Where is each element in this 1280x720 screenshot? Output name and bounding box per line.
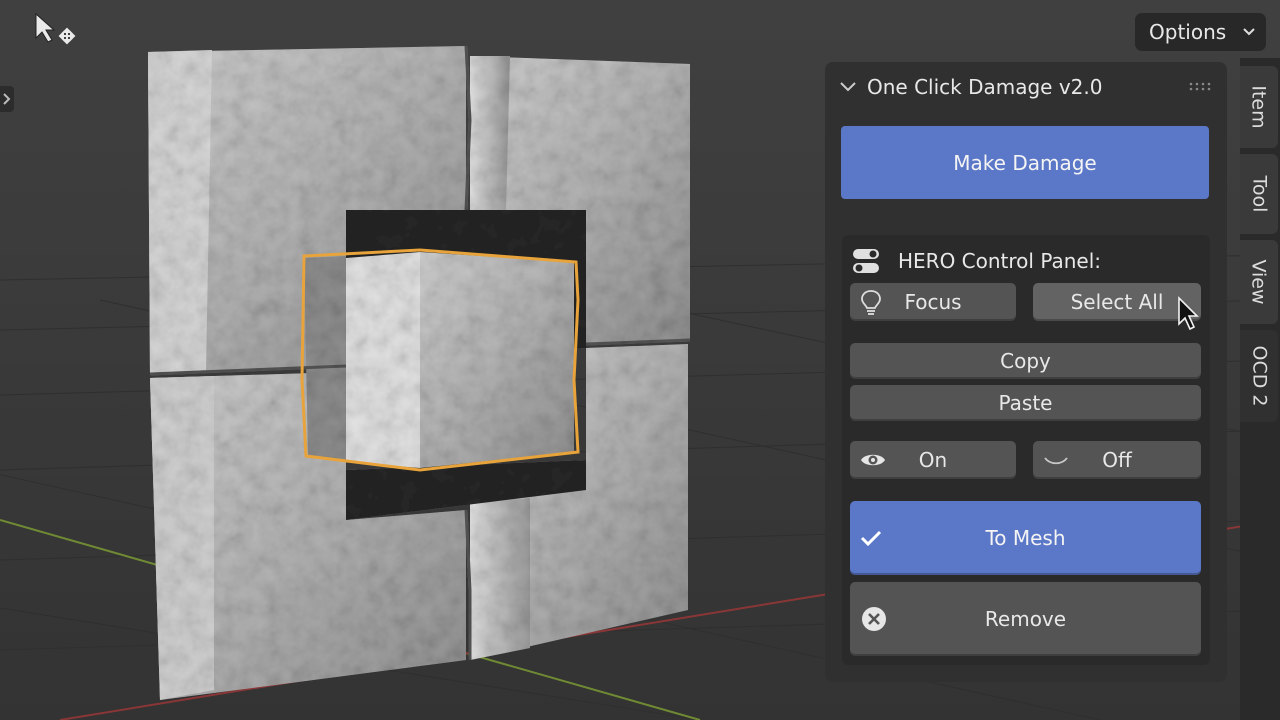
panel-title: One Click Damage v2.0 (867, 75, 1103, 99)
tab-item-label: Item (1248, 85, 1271, 129)
off-label: Off (1102, 448, 1132, 472)
to-mesh-label: To Mesh (985, 526, 1066, 550)
options-label: Options (1149, 20, 1227, 44)
tab-ocd2[interactable]: OCD 2 (1240, 330, 1278, 422)
remove-x-icon (860, 605, 888, 633)
panel-header[interactable]: One Click Damage v2.0 (839, 72, 1103, 102)
checkmark-icon (860, 529, 882, 547)
tab-tool-label: Tool (1248, 175, 1270, 213)
toggle-icon (853, 249, 879, 273)
eye-closed-icon (1043, 451, 1069, 469)
tab-ocd2-label: OCD 2 (1248, 345, 1271, 407)
toolbar-expand-chevron[interactable] (0, 86, 14, 112)
tab-view-label: View (1248, 259, 1270, 305)
chevron-down-icon (1243, 28, 1255, 36)
focus-button[interactable]: Focus (850, 283, 1016, 321)
on-button[interactable]: On (850, 441, 1016, 479)
lightbulb-icon (860, 289, 882, 315)
paste-button[interactable]: Paste (850, 385, 1201, 421)
copy-label: Copy (1000, 349, 1051, 373)
paste-label: Paste (998, 391, 1053, 415)
options-dropdown[interactable]: Options (1135, 13, 1266, 51)
sidebar-tabs: Item Tool View OCD 2 (1240, 58, 1280, 720)
mouse-cursor-icon (1178, 296, 1199, 331)
hero-title-row: HERO Control Panel: (852, 245, 1101, 277)
eye-icon (860, 451, 886, 469)
on-label: On (918, 448, 948, 472)
tab-item[interactable]: Item (1240, 66, 1278, 148)
move-tool-icon[interactable] (30, 12, 80, 52)
focus-label: Focus (904, 290, 962, 314)
one-click-damage-panel: One Click Damage v2.0 Make Damage HERO C… (825, 62, 1227, 682)
drag-grip-icon[interactable] (1189, 82, 1213, 92)
remove-button[interactable]: Remove (850, 582, 1201, 656)
off-button[interactable]: Off (1033, 441, 1201, 479)
to-mesh-button[interactable]: To Mesh (850, 501, 1201, 575)
tab-tool[interactable]: Tool (1240, 154, 1278, 234)
hero-control-panel: HERO Control Panel: Focus Select All Cop… (842, 235, 1210, 665)
tab-view[interactable]: View (1240, 240, 1278, 324)
copy-button[interactable]: Copy (850, 343, 1201, 379)
remove-label: Remove (984, 607, 1067, 631)
hero-title: HERO Control Panel: (898, 249, 1102, 273)
select-all-label: Select All (1070, 290, 1164, 314)
chevron-down-icon (840, 82, 856, 92)
make-damage-button[interactable]: Make Damage (841, 126, 1209, 199)
